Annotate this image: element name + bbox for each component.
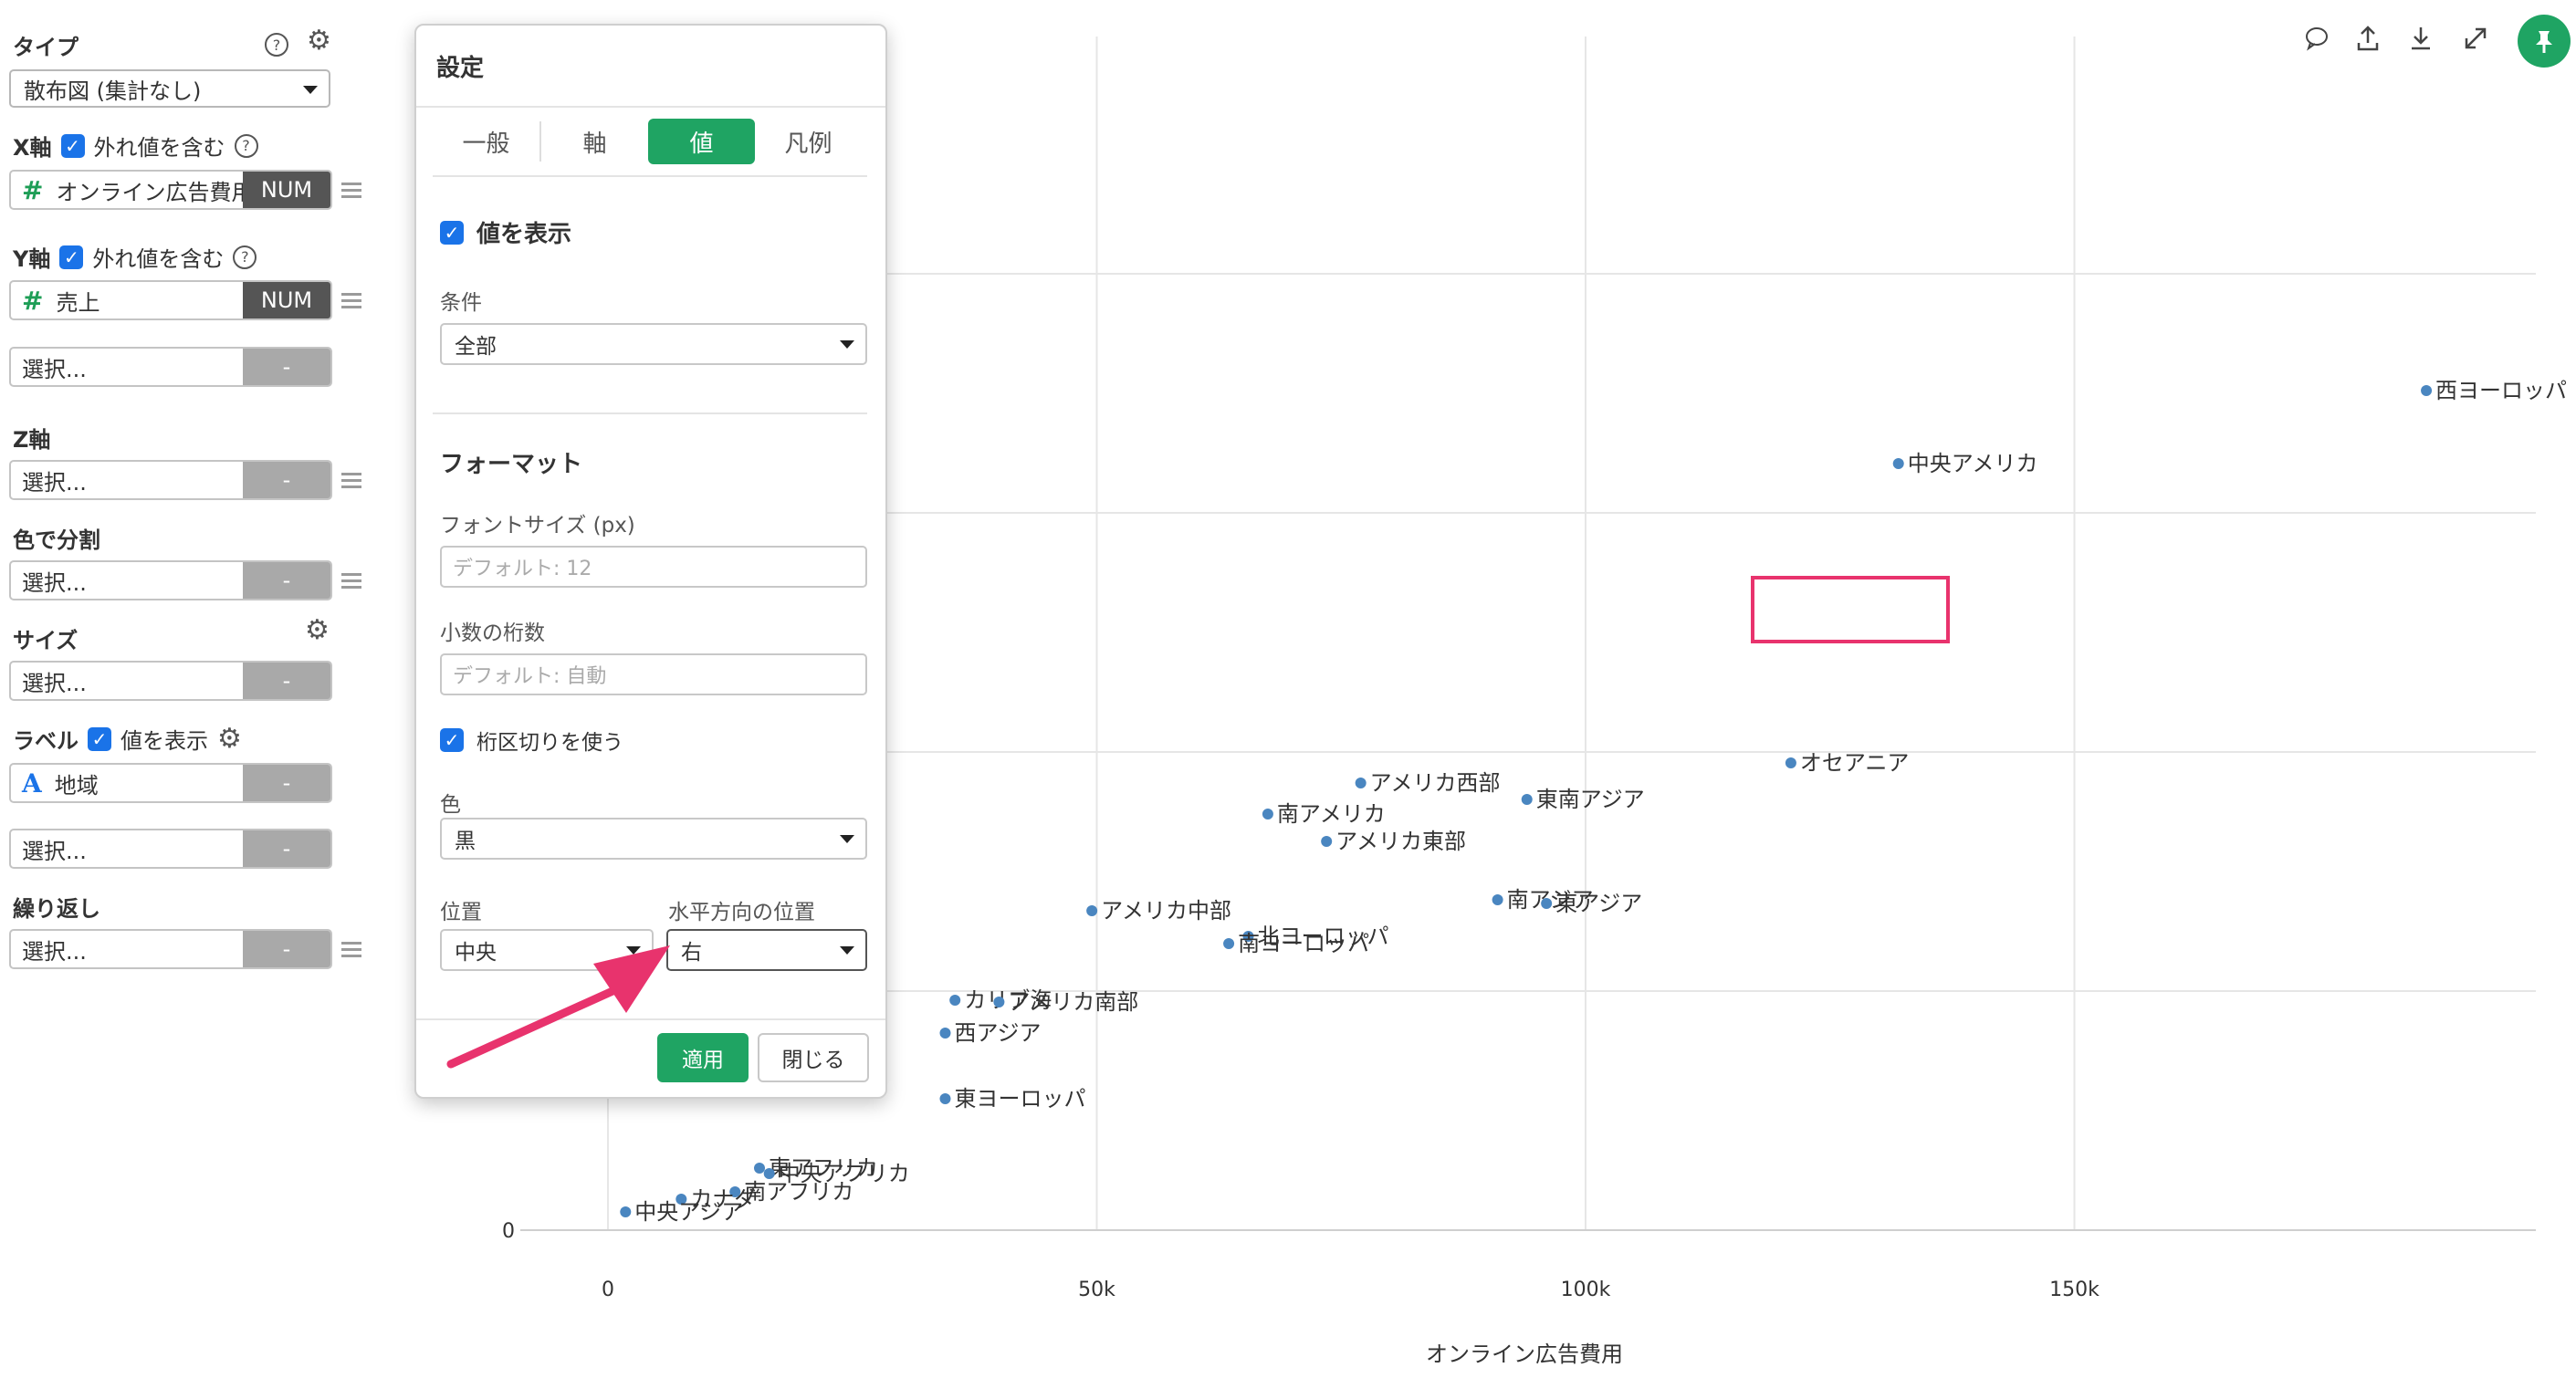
annotation-arrow (446, 945, 670, 1069)
